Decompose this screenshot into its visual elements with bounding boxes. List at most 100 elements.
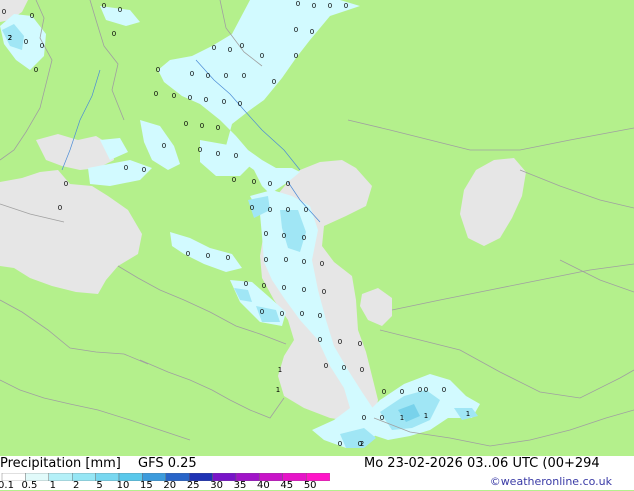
precip-value: 0 bbox=[102, 2, 106, 10]
precip-value: 0 bbox=[318, 336, 322, 344]
precip-value: 0 bbox=[338, 338, 342, 346]
precip-value: 0 bbox=[344, 2, 348, 10]
precip-value: 0 bbox=[294, 26, 298, 34]
precip-value: 0 bbox=[328, 2, 332, 10]
precip-value: 0 bbox=[242, 72, 246, 80]
precip-value: 0 bbox=[418, 386, 422, 394]
precip-value: 0 bbox=[362, 414, 366, 422]
precip-value: 0 bbox=[302, 258, 306, 266]
precip-value: 0 bbox=[260, 308, 264, 316]
precip-value: 0 bbox=[240, 42, 244, 50]
precip-value: 2 bbox=[8, 34, 12, 42]
legend-label: 15 bbox=[140, 480, 153, 491]
legend-label: 10 bbox=[117, 480, 130, 491]
precip-value: 0 bbox=[212, 44, 216, 52]
precip-value: 0 bbox=[358, 440, 362, 448]
precip-value: 1 bbox=[276, 386, 280, 394]
precipitation-map: 2 0 0 0 0 0 0 0 0 0 0 0 0 0 0 0 0 0 0 0 0 0 0 0 0 0 0 0 0 0 0 0 0 0 0 0 0 0 0 0… bbox=[0, 0, 634, 456]
precip-value: 0 bbox=[188, 94, 192, 102]
precip-value: 0 bbox=[58, 204, 62, 212]
precip-value: 0 bbox=[282, 284, 286, 292]
valid-time: Mo 23-02-2026 03..06 UTC (00+294 bbox=[364, 456, 600, 471]
precip-value: 0 bbox=[286, 180, 290, 188]
precip-value: 0 bbox=[30, 12, 34, 20]
precip-value: 0 bbox=[206, 72, 210, 80]
legend-label: 30 bbox=[210, 480, 223, 491]
precip-value: 0 bbox=[222, 98, 226, 106]
precip-value: 0 bbox=[322, 288, 326, 296]
precip-value: 0 bbox=[228, 46, 232, 54]
precip-value: 0 bbox=[342, 364, 346, 372]
precip-value: 1 bbox=[278, 366, 282, 374]
precip-value: 0 bbox=[302, 286, 306, 294]
legend-label: 1 bbox=[50, 480, 56, 491]
precip-value: 0 bbox=[296, 0, 300, 8]
precip-value: 0 bbox=[190, 70, 194, 78]
precip-value: 0 bbox=[338, 440, 342, 448]
precip-value: 0 bbox=[234, 152, 238, 160]
legend-label: 0.5 bbox=[21, 480, 37, 491]
precip-value: 0 bbox=[280, 310, 284, 318]
model-name: GFS 0.25 bbox=[138, 456, 197, 471]
legend-label: 5 bbox=[96, 480, 102, 491]
precip-value: 0 bbox=[200, 122, 204, 130]
precip-value: 0 bbox=[400, 388, 404, 396]
precip-value: 0 bbox=[286, 206, 290, 214]
legend-labels: 0.10.5125101520253035404550 bbox=[0, 480, 330, 490]
precip-value: 0 bbox=[186, 250, 190, 258]
legend-label: 40 bbox=[257, 480, 270, 491]
precip-value: 0 bbox=[272, 78, 276, 86]
precip-value: 0 bbox=[300, 310, 304, 318]
legend-label: 0.1 bbox=[0, 480, 14, 491]
precip-value: 0 bbox=[206, 252, 210, 260]
precip-value: 0 bbox=[268, 180, 272, 188]
precip-value: 1 bbox=[400, 414, 404, 422]
precip-value: 0 bbox=[294, 52, 298, 60]
precip-value: 0 bbox=[318, 312, 322, 320]
precip-value: 0 bbox=[264, 256, 268, 264]
legend-label: 50 bbox=[304, 480, 317, 491]
precip-value: 0 bbox=[260, 52, 264, 60]
precip-value: 0 bbox=[118, 6, 122, 14]
precip-value: 0 bbox=[124, 164, 128, 172]
precip-value: 0 bbox=[424, 386, 428, 394]
precip-value: 0 bbox=[224, 72, 228, 80]
legend-label: 25 bbox=[187, 480, 200, 491]
precip-value: 0 bbox=[262, 282, 266, 290]
precip-value: 0 bbox=[284, 256, 288, 264]
precip-value: 1 bbox=[424, 412, 428, 420]
footer: Precipitation [mm] GFS 0.25 Mo 23-02-202… bbox=[0, 456, 634, 490]
precip-value: 0 bbox=[320, 260, 324, 268]
precip-value: 0 bbox=[24, 38, 28, 46]
precip-value: 0 bbox=[112, 30, 116, 38]
precip-value: 0 bbox=[2, 8, 6, 16]
precip-value: 0 bbox=[244, 280, 248, 288]
precip-value: 0 bbox=[64, 180, 68, 188]
precip-value: 0 bbox=[442, 386, 446, 394]
precip-value: 0 bbox=[216, 150, 220, 158]
credit-text: ©weatheronline.co.uk bbox=[490, 475, 612, 488]
precip-value: 0 bbox=[252, 178, 256, 186]
precip-value: 0 bbox=[172, 92, 176, 100]
precip-value: 0 bbox=[302, 234, 306, 242]
precip-value: 0 bbox=[264, 230, 268, 238]
precip-value: 0 bbox=[304, 206, 308, 214]
precip-value: 0 bbox=[156, 66, 160, 74]
precip-value: 0 bbox=[154, 90, 158, 98]
precip-value: 0 bbox=[34, 66, 38, 74]
precip-value: 0 bbox=[360, 366, 364, 374]
precip-value: 0 bbox=[216, 124, 220, 132]
legend-label: 2 bbox=[73, 480, 79, 491]
precip-value: 0 bbox=[324, 362, 328, 370]
precip-value: 0 bbox=[268, 206, 272, 214]
precip-value: 0 bbox=[162, 142, 166, 150]
precip-value: 0 bbox=[312, 2, 316, 10]
precip-value: 0 bbox=[198, 146, 202, 154]
precip-value: 0 bbox=[358, 340, 362, 348]
precip-value: 0 bbox=[142, 166, 146, 174]
precip-value: 0 bbox=[40, 42, 44, 50]
precip-value: 0 bbox=[232, 176, 236, 184]
legend-label: 20 bbox=[163, 480, 176, 491]
precip-value: 0 bbox=[226, 254, 230, 262]
precip-value: 0 bbox=[310, 28, 314, 36]
